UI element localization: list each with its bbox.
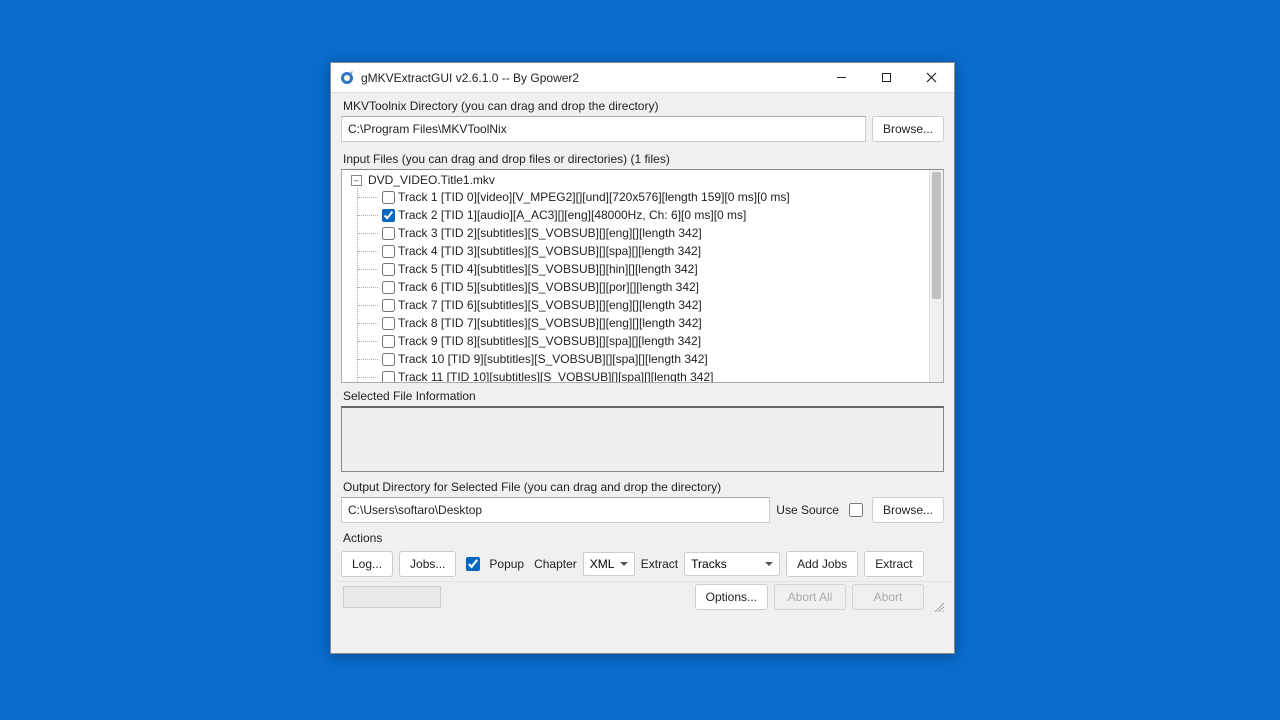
extract-mode-label: Extract: [641, 557, 678, 571]
use-source-checkbox[interactable]: [849, 503, 863, 517]
maximize-button[interactable]: [864, 63, 909, 93]
output-dir-label: Output Directory for Selected File (you …: [343, 480, 944, 494]
track-label: Track 4 [TID 3][subtitles][S_VOBSUB][][s…: [398, 244, 701, 258]
log-button[interactable]: Log...: [341, 551, 393, 577]
track-checkbox[interactable]: [382, 317, 395, 330]
track-row[interactable]: Track 4 [TID 3][subtitles][S_VOBSUB][][s…: [358, 242, 925, 260]
input-files-tree[interactable]: – DVD_VIDEO.Title1.mkv Track 1 [TID 0][v…: [341, 169, 944, 383]
options-button[interactable]: Options...: [695, 584, 768, 610]
track-checkbox[interactable]: [382, 299, 395, 312]
extract-button[interactable]: Extract: [864, 551, 923, 577]
app-icon: [339, 70, 355, 86]
track-row[interactable]: Track 10 [TID 9][subtitles][S_VOBSUB][][…: [358, 350, 925, 368]
track-checkbox[interactable]: [382, 191, 395, 204]
tree-file-node[interactable]: – DVD_VIDEO.Title1.mkv: [346, 172, 925, 188]
extract-mode-select[interactable]: Tracks: [684, 552, 780, 576]
track-label: Track 7 [TID 6][subtitles][S_VOBSUB][][e…: [398, 298, 702, 312]
close-button[interactable]: [909, 63, 954, 93]
content-area: MKVToolnix Directory (you can drag and d…: [331, 93, 954, 653]
track-label: Track 2 [TID 1][audio][A_AC3][][eng][480…: [398, 208, 746, 222]
resize-grip[interactable]: [932, 600, 944, 612]
chapter-label: Chapter: [534, 557, 577, 571]
track-row[interactable]: Track 11 [TID 10][subtitles][S_VOBSUB][]…: [358, 368, 925, 382]
track-row[interactable]: Track 1 [TID 0][video][V_MPEG2][][und][7…: [358, 188, 925, 206]
mkvtoolnix-browse-button[interactable]: Browse...: [872, 116, 944, 142]
mkvtoolnix-dir-input[interactable]: [341, 116, 866, 142]
tree-scrollbar[interactable]: [929, 170, 943, 382]
track-checkbox[interactable]: [382, 227, 395, 240]
track-label: Track 6 [TID 5][subtitles][S_VOBSUB][][p…: [398, 280, 699, 294]
tree-file-label: DVD_VIDEO.Title1.mkv: [368, 173, 495, 187]
track-label: Track 5 [TID 4][subtitles][S_VOBSUB][][h…: [398, 262, 698, 276]
track-row[interactable]: Track 6 [TID 5][subtitles][S_VOBSUB][][p…: [358, 278, 925, 296]
track-checkbox[interactable]: [382, 353, 395, 366]
track-row[interactable]: Track 7 [TID 6][subtitles][S_VOBSUB][][e…: [358, 296, 925, 314]
scrollbar-thumb[interactable]: [932, 172, 941, 299]
progress-bar: [343, 586, 441, 608]
track-checkbox[interactable]: [382, 209, 395, 222]
track-row[interactable]: Track 5 [TID 4][subtitles][S_VOBSUB][][h…: [358, 260, 925, 278]
mkvtoolnix-dir-label: MKVToolnix Directory (you can drag and d…: [343, 99, 944, 113]
track-checkbox[interactable]: [382, 263, 395, 276]
track-label: Track 3 [TID 2][subtitles][S_VOBSUB][][e…: [398, 226, 702, 240]
add-jobs-button[interactable]: Add Jobs: [786, 551, 858, 577]
output-dir-input[interactable]: [341, 497, 770, 523]
track-label: Track 8 [TID 7][subtitles][S_VOBSUB][][e…: [398, 316, 702, 330]
app-window: gMKVExtractGUI v2.6.1.0 -- By Gpower2 MK…: [330, 62, 955, 654]
track-row[interactable]: Track 2 [TID 1][audio][A_AC3][][eng][480…: [358, 206, 925, 224]
chapter-value: XML: [590, 557, 615, 571]
track-row[interactable]: Track 9 [TID 8][subtitles][S_VOBSUB][][s…: [358, 332, 925, 350]
track-checkbox[interactable]: [382, 245, 395, 258]
track-checkbox[interactable]: [382, 371, 395, 383]
actions-label: Actions: [343, 531, 944, 545]
output-browse-button[interactable]: Browse...: [872, 497, 944, 523]
selected-info-box: [341, 406, 944, 472]
track-label: Track 9 [TID 8][subtitles][S_VOBSUB][][s…: [398, 334, 701, 348]
use-source-label: Use Source: [776, 503, 839, 517]
track-row[interactable]: Track 3 [TID 2][subtitles][S_VOBSUB][][e…: [358, 224, 925, 242]
selected-info-label: Selected File Information: [343, 389, 944, 403]
window-title: gMKVExtractGUI v2.6.1.0 -- By Gpower2: [361, 71, 819, 85]
input-files-label: Input Files (you can drag and drop files…: [343, 152, 944, 166]
collapse-icon[interactable]: –: [351, 175, 362, 186]
track-label: Track 1 [TID 0][video][V_MPEG2][][und][7…: [398, 190, 790, 204]
track-checkbox[interactable]: [382, 281, 395, 294]
popup-label: Popup: [489, 557, 524, 571]
chapter-select[interactable]: XML: [583, 552, 635, 576]
minimize-button[interactable]: [819, 63, 864, 93]
popup-checkbox[interactable]: [466, 557, 480, 571]
jobs-button[interactable]: Jobs...: [399, 551, 456, 577]
extract-mode-value: Tracks: [691, 557, 727, 571]
track-checkbox[interactable]: [382, 335, 395, 348]
abort-all-button[interactable]: Abort All: [774, 584, 846, 610]
track-label: Track 10 [TID 9][subtitles][S_VOBSUB][][…: [398, 352, 708, 366]
titlebar: gMKVExtractGUI v2.6.1.0 -- By Gpower2: [331, 63, 954, 93]
abort-button[interactable]: Abort: [852, 584, 924, 610]
track-label: Track 11 [TID 10][subtitles][S_VOBSUB][]…: [398, 370, 713, 382]
track-row[interactable]: Track 8 [TID 7][subtitles][S_VOBSUB][][e…: [358, 314, 925, 332]
